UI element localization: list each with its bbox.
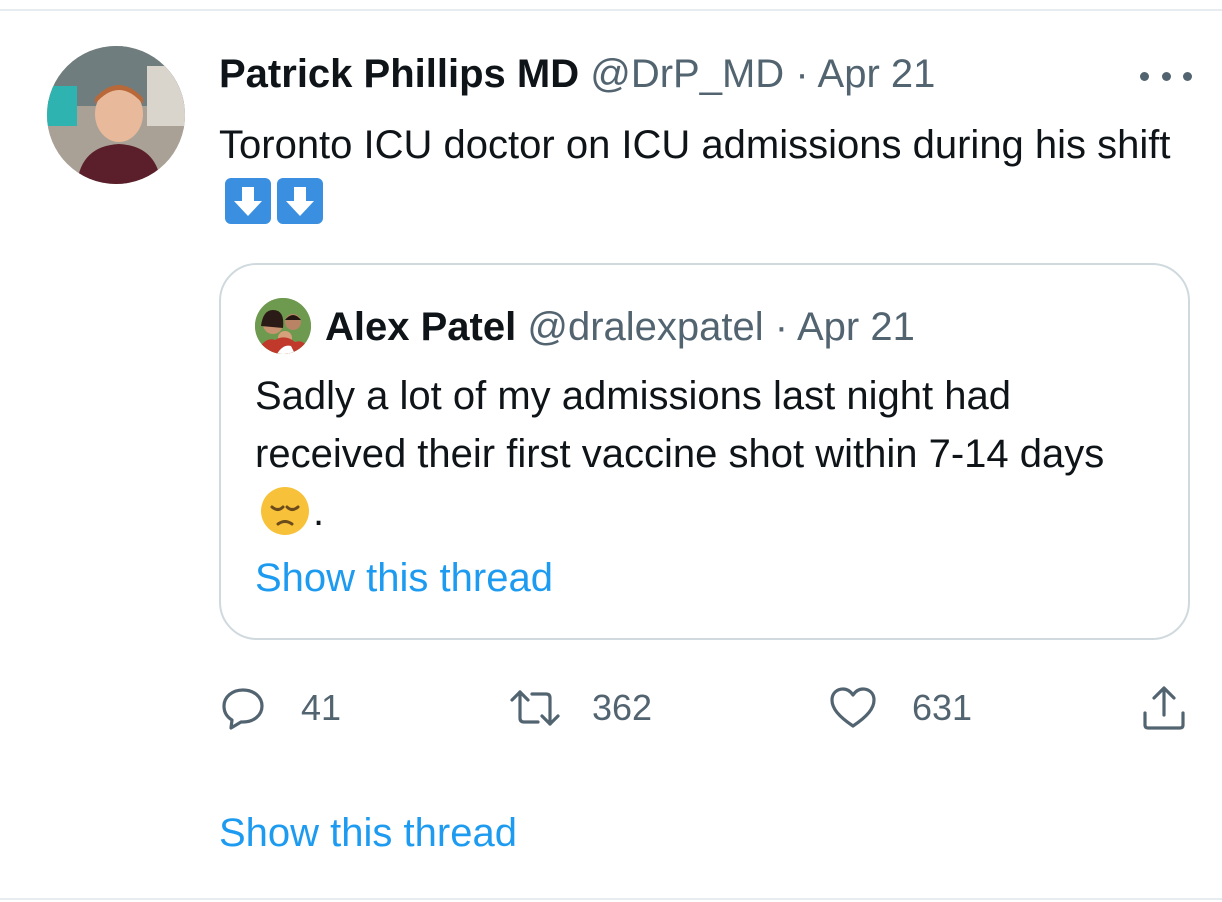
- tweet-header: Patrick Phillips MD @DrP_MD · Apr 21: [219, 50, 935, 98]
- share-icon: [1140, 683, 1188, 733]
- quoted-tweet-date[interactable]: Apr 21: [797, 305, 915, 349]
- header-separator: ·: [795, 52, 809, 96]
- quoted-author-name[interactable]: Alex Patel: [325, 305, 516, 349]
- reply-button[interactable]: 41: [219, 680, 341, 736]
- like-button[interactable]: 631: [828, 680, 972, 736]
- quoted-author-handle[interactable]: @dralexpatel: [527, 305, 763, 349]
- retweet-button[interactable]: 362: [508, 680, 652, 736]
- more-options-icon[interactable]: [1140, 64, 1192, 88]
- quoted-tweet-header: Alex Patel @dralexpatel · Apr 21: [325, 303, 915, 351]
- down-arrow-emoji: [225, 178, 271, 224]
- quoted-header-separator: ·: [774, 305, 789, 349]
- reply-icon: [219, 684, 267, 732]
- author-avatar[interactable]: [47, 46, 185, 184]
- quoted-tweet-text: Sadly a lot of my admissions last night …: [255, 367, 1155, 541]
- retweet-icon: [508, 684, 562, 732]
- tweet-date[interactable]: Apr 21: [818, 52, 936, 96]
- tweet-actions-bar: 41 362 631: [0, 680, 1222, 740]
- quoted-tweet-period: .: [313, 490, 325, 534]
- heart-icon: [828, 684, 878, 732]
- author-name[interactable]: Patrick Phillips MD: [219, 52, 579, 96]
- tweet-body: Toronto ICU doctor on ICU admissions dur…: [219, 123, 1171, 167]
- down-arrow-emoji: [277, 178, 323, 224]
- quoted-tweet-card[interactable]: Alex Patel @dralexpatel · Apr 21 Sadly a…: [219, 263, 1190, 640]
- like-count: 631: [912, 687, 973, 728]
- top-divider: [0, 9, 1222, 11]
- tweet-text: Toronto ICU doctor on ICU admissions dur…: [219, 116, 1179, 232]
- bottom-divider: [0, 898, 1222, 900]
- share-button[interactable]: [1140, 680, 1188, 736]
- disappointed-face-emoji: [259, 485, 311, 537]
- retweet-count: 362: [592, 687, 653, 728]
- author-handle[interactable]: @DrP_MD: [590, 52, 784, 96]
- quoted-show-thread-link[interactable]: Show this thread: [255, 553, 553, 603]
- quoted-tweet-body: Sadly a lot of my admissions last night …: [255, 374, 1105, 476]
- quoted-author-avatar[interactable]: [255, 298, 311, 354]
- show-thread-link[interactable]: Show this thread: [219, 806, 517, 860]
- reply-count: 41: [301, 687, 342, 728]
